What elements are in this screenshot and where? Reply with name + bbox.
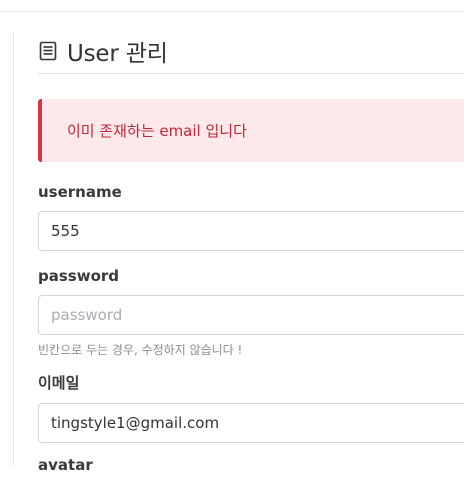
- username-label: username: [38, 183, 122, 201]
- main-content: User 관리 이미 존재하는 email 입니다 username passw…: [38, 28, 464, 474]
- password-help-text: 빈칸으로 두는 경우, 수정하지 않습니다 !: [38, 343, 243, 357]
- alert-message: 이미 존재하는 email 입니다: [67, 122, 247, 140]
- email-group: 이메일: [38, 372, 464, 443]
- email-label: 이메일: [38, 374, 80, 392]
- username-input[interactable]: [38, 211, 464, 251]
- page-title: User 관리: [67, 40, 168, 67]
- password-input[interactable]: [38, 295, 464, 335]
- sidebar-divider: [13, 32, 14, 465]
- page-header: User 관리: [38, 28, 464, 74]
- top-navbar: [0, 0, 464, 12]
- email-input[interactable]: [38, 403, 464, 443]
- password-group: password 빈칸으로 두는 경우, 수정하지 않습니다 !: [38, 267, 464, 358]
- username-group: username: [38, 183, 464, 251]
- error-alert: 이미 존재하는 email 입니다: [38, 99, 464, 162]
- avatar-group: avatar: [38, 456, 93, 484]
- password-label: password: [38, 267, 120, 285]
- avatar-label: avatar: [38, 456, 93, 474]
- list-document-icon: [38, 41, 58, 61]
